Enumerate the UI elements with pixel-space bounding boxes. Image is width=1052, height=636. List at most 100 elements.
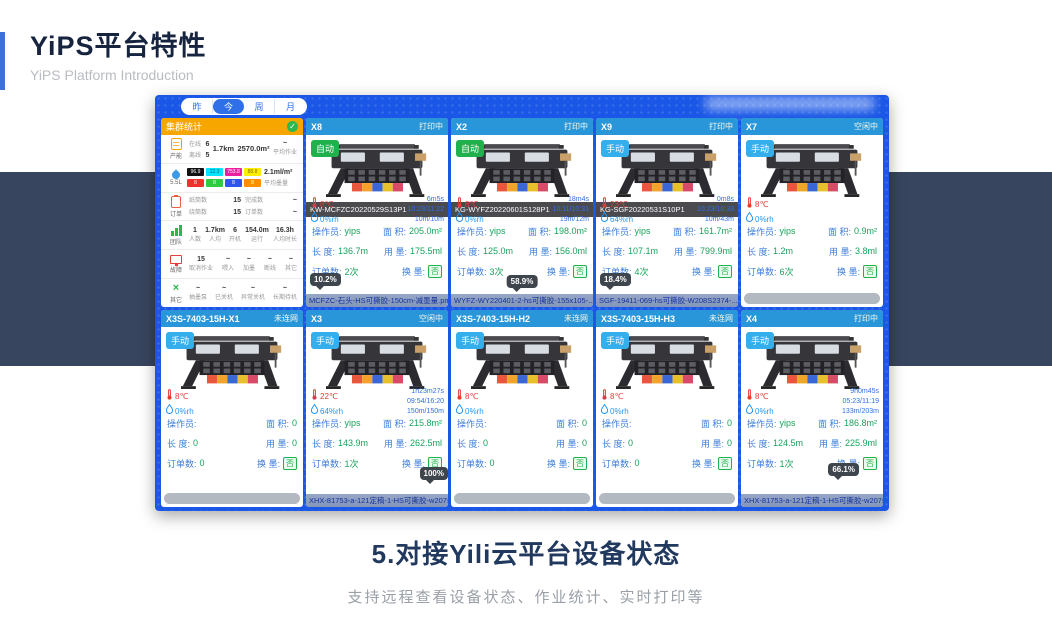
mode-badge: 自动 bbox=[311, 140, 339, 157]
humidity-reading: 0%rh bbox=[746, 404, 774, 418]
humidity-value: 64%rh bbox=[610, 213, 633, 226]
field-length: 长 度:0 bbox=[602, 437, 633, 450]
tab-yesterday[interactable]: 昨 bbox=[182, 99, 213, 114]
tab-week[interactable]: 周 bbox=[244, 99, 275, 114]
ink-swap-badge: 否 bbox=[573, 457, 587, 470]
field-operator: 操作员:yips bbox=[602, 225, 651, 238]
temperature-value: 8℃ bbox=[755, 390, 768, 403]
device-card[interactable]: X3S-7403-15H-H2未连网手动8℃0%rh操作员:面 积:0长 度:0… bbox=[451, 310, 593, 507]
ink-drop-icon bbox=[170, 170, 181, 181]
field-label: 操作员: bbox=[747, 417, 777, 430]
field-value: 1次 bbox=[780, 457, 794, 470]
device-card[interactable]: X3S-7403-15H-X1未连网手动8℃0%rh操作员:面 积:0长 度:0… bbox=[161, 310, 303, 507]
stats-value: ~ bbox=[289, 256, 293, 264]
humidity-reading: 64%rh bbox=[601, 212, 633, 226]
device-fields: 操作员:面 积:0长 度:0用 墨:0订单数:0换 墨:否 bbox=[451, 409, 593, 473]
field-value: 0 bbox=[727, 438, 732, 448]
field-operator: 操作员: bbox=[167, 417, 200, 430]
field-label: 用 墨: bbox=[384, 245, 407, 258]
current-file-bar bbox=[164, 493, 300, 504]
printer-image bbox=[616, 334, 718, 392]
field-label: 长 度: bbox=[312, 437, 335, 450]
printer-image bbox=[326, 142, 428, 200]
field-label: 面 积: bbox=[701, 417, 724, 430]
device-card[interactable]: X4打印中手动8℃0%rh9h0m45s05:23/11:19133m/203m… bbox=[741, 310, 883, 507]
stats-cell: 绕筒数15 bbox=[189, 209, 241, 217]
environment-readings: 8℃0%rh bbox=[311, 197, 339, 226]
field-row: 长 度:0用 墨:0 bbox=[457, 433, 587, 453]
field-value: 6次 bbox=[780, 265, 794, 278]
slide-caption: 5.对接Yili云平台设备状态 支持远程查看设备状态、作业统计、实时打印等 bbox=[0, 534, 1052, 607]
stats-cell-label: 完成数 bbox=[245, 197, 263, 205]
print-info-line: 10m/10m bbox=[408, 215, 444, 225]
ink-chip: 8 bbox=[206, 179, 223, 187]
tab-month[interactable]: 月 bbox=[275, 99, 306, 114]
temperature-value: 8℃ bbox=[465, 390, 478, 403]
device-card[interactable]: X8打印中自动8℃0%rh6m5s10:23/11:2210m/10mKW-MC… bbox=[306, 118, 448, 307]
field-label: 面 积: bbox=[556, 417, 579, 430]
mode-badge: 手动 bbox=[311, 332, 339, 349]
device-card-body: 手动8℃0%rh9h0m45s05:23/11:19133m/203m操作员:y… bbox=[741, 327, 883, 494]
field-value: 198.0m² bbox=[554, 226, 587, 236]
field-label: 长 度: bbox=[167, 437, 190, 450]
device-card[interactable]: X3空闲中手动22℃64%rh1h23m27s09:54/16:20150m/1… bbox=[306, 310, 448, 507]
field-value: 4次 bbox=[635, 265, 649, 278]
stats-row-team: 团队 1人数1.7km人均6开机154.0m运行16.3h人均时长 bbox=[161, 221, 303, 250]
avg-ink-value: 2.1ml/m² bbox=[264, 169, 292, 176]
offline-value: 5 bbox=[205, 152, 209, 159]
field-ink: 用 墨:156.0ml bbox=[529, 245, 587, 258]
field-value: 225.9ml bbox=[845, 438, 877, 448]
field-length: 长 度:124.5m bbox=[747, 437, 803, 450]
tab-today[interactable]: 今 bbox=[213, 99, 244, 114]
stats-value: ~ bbox=[293, 209, 297, 217]
device-card[interactable]: X7空闲中手动8℃0%rh操作员:yips面 积:0.9m²长 度:1.2m用 … bbox=[741, 118, 883, 307]
printer-image bbox=[181, 334, 283, 392]
time-range-tabs: 昨 今 周 月 bbox=[181, 98, 307, 115]
field-orders: 订单数:0 bbox=[167, 457, 205, 470]
online-label: 在线 bbox=[189, 142, 201, 148]
avg-ink-label: 平均墨量 bbox=[264, 178, 288, 187]
humidity-drop-icon bbox=[456, 404, 463, 418]
field-orders: 订单数:1次 bbox=[747, 457, 794, 470]
progress-badge: 58.9% bbox=[507, 275, 538, 288]
field-label: 面 积: bbox=[528, 225, 551, 238]
other-label: 其它 bbox=[165, 295, 187, 304]
field-value: 3次 bbox=[490, 265, 504, 278]
faults-icon-wrap: 故障 bbox=[165, 255, 187, 274]
device-name: X8 bbox=[311, 122, 322, 132]
humidity-reading: 0%rh bbox=[311, 212, 339, 226]
device-card-body: 手动8℃0%rh操作员:面 积:0长 度:0用 墨:0订单数:0换 墨:否 bbox=[596, 327, 738, 493]
print-info-line: 150m/150m bbox=[407, 407, 444, 417]
field-label: 用 墨: bbox=[529, 245, 552, 258]
field-label: 订单数: bbox=[457, 265, 487, 278]
field-label: 长 度: bbox=[747, 437, 770, 450]
humidity-value: 0%rh bbox=[465, 213, 484, 226]
device-card-header: X3S-7403-15H-X1未连网 bbox=[161, 310, 303, 327]
stats-cell: 16.3h人均时长 bbox=[273, 227, 297, 244]
field-value: 136.7m bbox=[338, 246, 368, 256]
field-label: 订单数: bbox=[457, 457, 487, 470]
field-label: 操作员: bbox=[602, 417, 632, 430]
device-card[interactable]: X2打印中自动8℃0%rh18m4s10:11/10:3119m/12mKG-W… bbox=[451, 118, 593, 307]
field-length: 长 度:1.2m bbox=[747, 245, 793, 258]
progress-badge: 100% bbox=[420, 467, 448, 480]
current-file-bar: WYFZ-WY220401-2-hs可撕胶-155x105-... bbox=[451, 294, 593, 307]
field-label: 长 度: bbox=[312, 245, 335, 258]
environment-readings: 8℃0%rh bbox=[166, 389, 194, 418]
device-card[interactable]: X3S-7403-15H-H3未连网手动8℃0%rh操作员:面 积:0长 度:0… bbox=[596, 310, 738, 507]
ink-swap-badge: 否 bbox=[428, 265, 442, 278]
stats-value: ~ bbox=[251, 285, 255, 293]
temperature-reading: 8℃ bbox=[311, 197, 339, 212]
ink-label: 5.5L bbox=[165, 180, 187, 186]
avg-value: ~ bbox=[283, 140, 287, 148]
yili-cloud-dashboard: 昨 今 周 月 集群统计 ✓ 产能 在线 6 离线 5 1 bbox=[155, 95, 889, 511]
device-card[interactable]: X9打印中手动23℃64%rh0m8s10:23/10:3310m/43mKG-… bbox=[596, 118, 738, 307]
device-name: X4 bbox=[746, 314, 757, 324]
field-area: 面 积:198.0m² bbox=[528, 225, 587, 238]
ink-chip: 88.8 bbox=[244, 168, 261, 176]
device-status: 打印中 bbox=[419, 121, 443, 132]
printer-image bbox=[761, 334, 863, 392]
device-status: 未连网 bbox=[564, 313, 588, 324]
ink-chips-spot: 8888 bbox=[187, 179, 261, 187]
ink-chip: 8 bbox=[244, 179, 261, 187]
